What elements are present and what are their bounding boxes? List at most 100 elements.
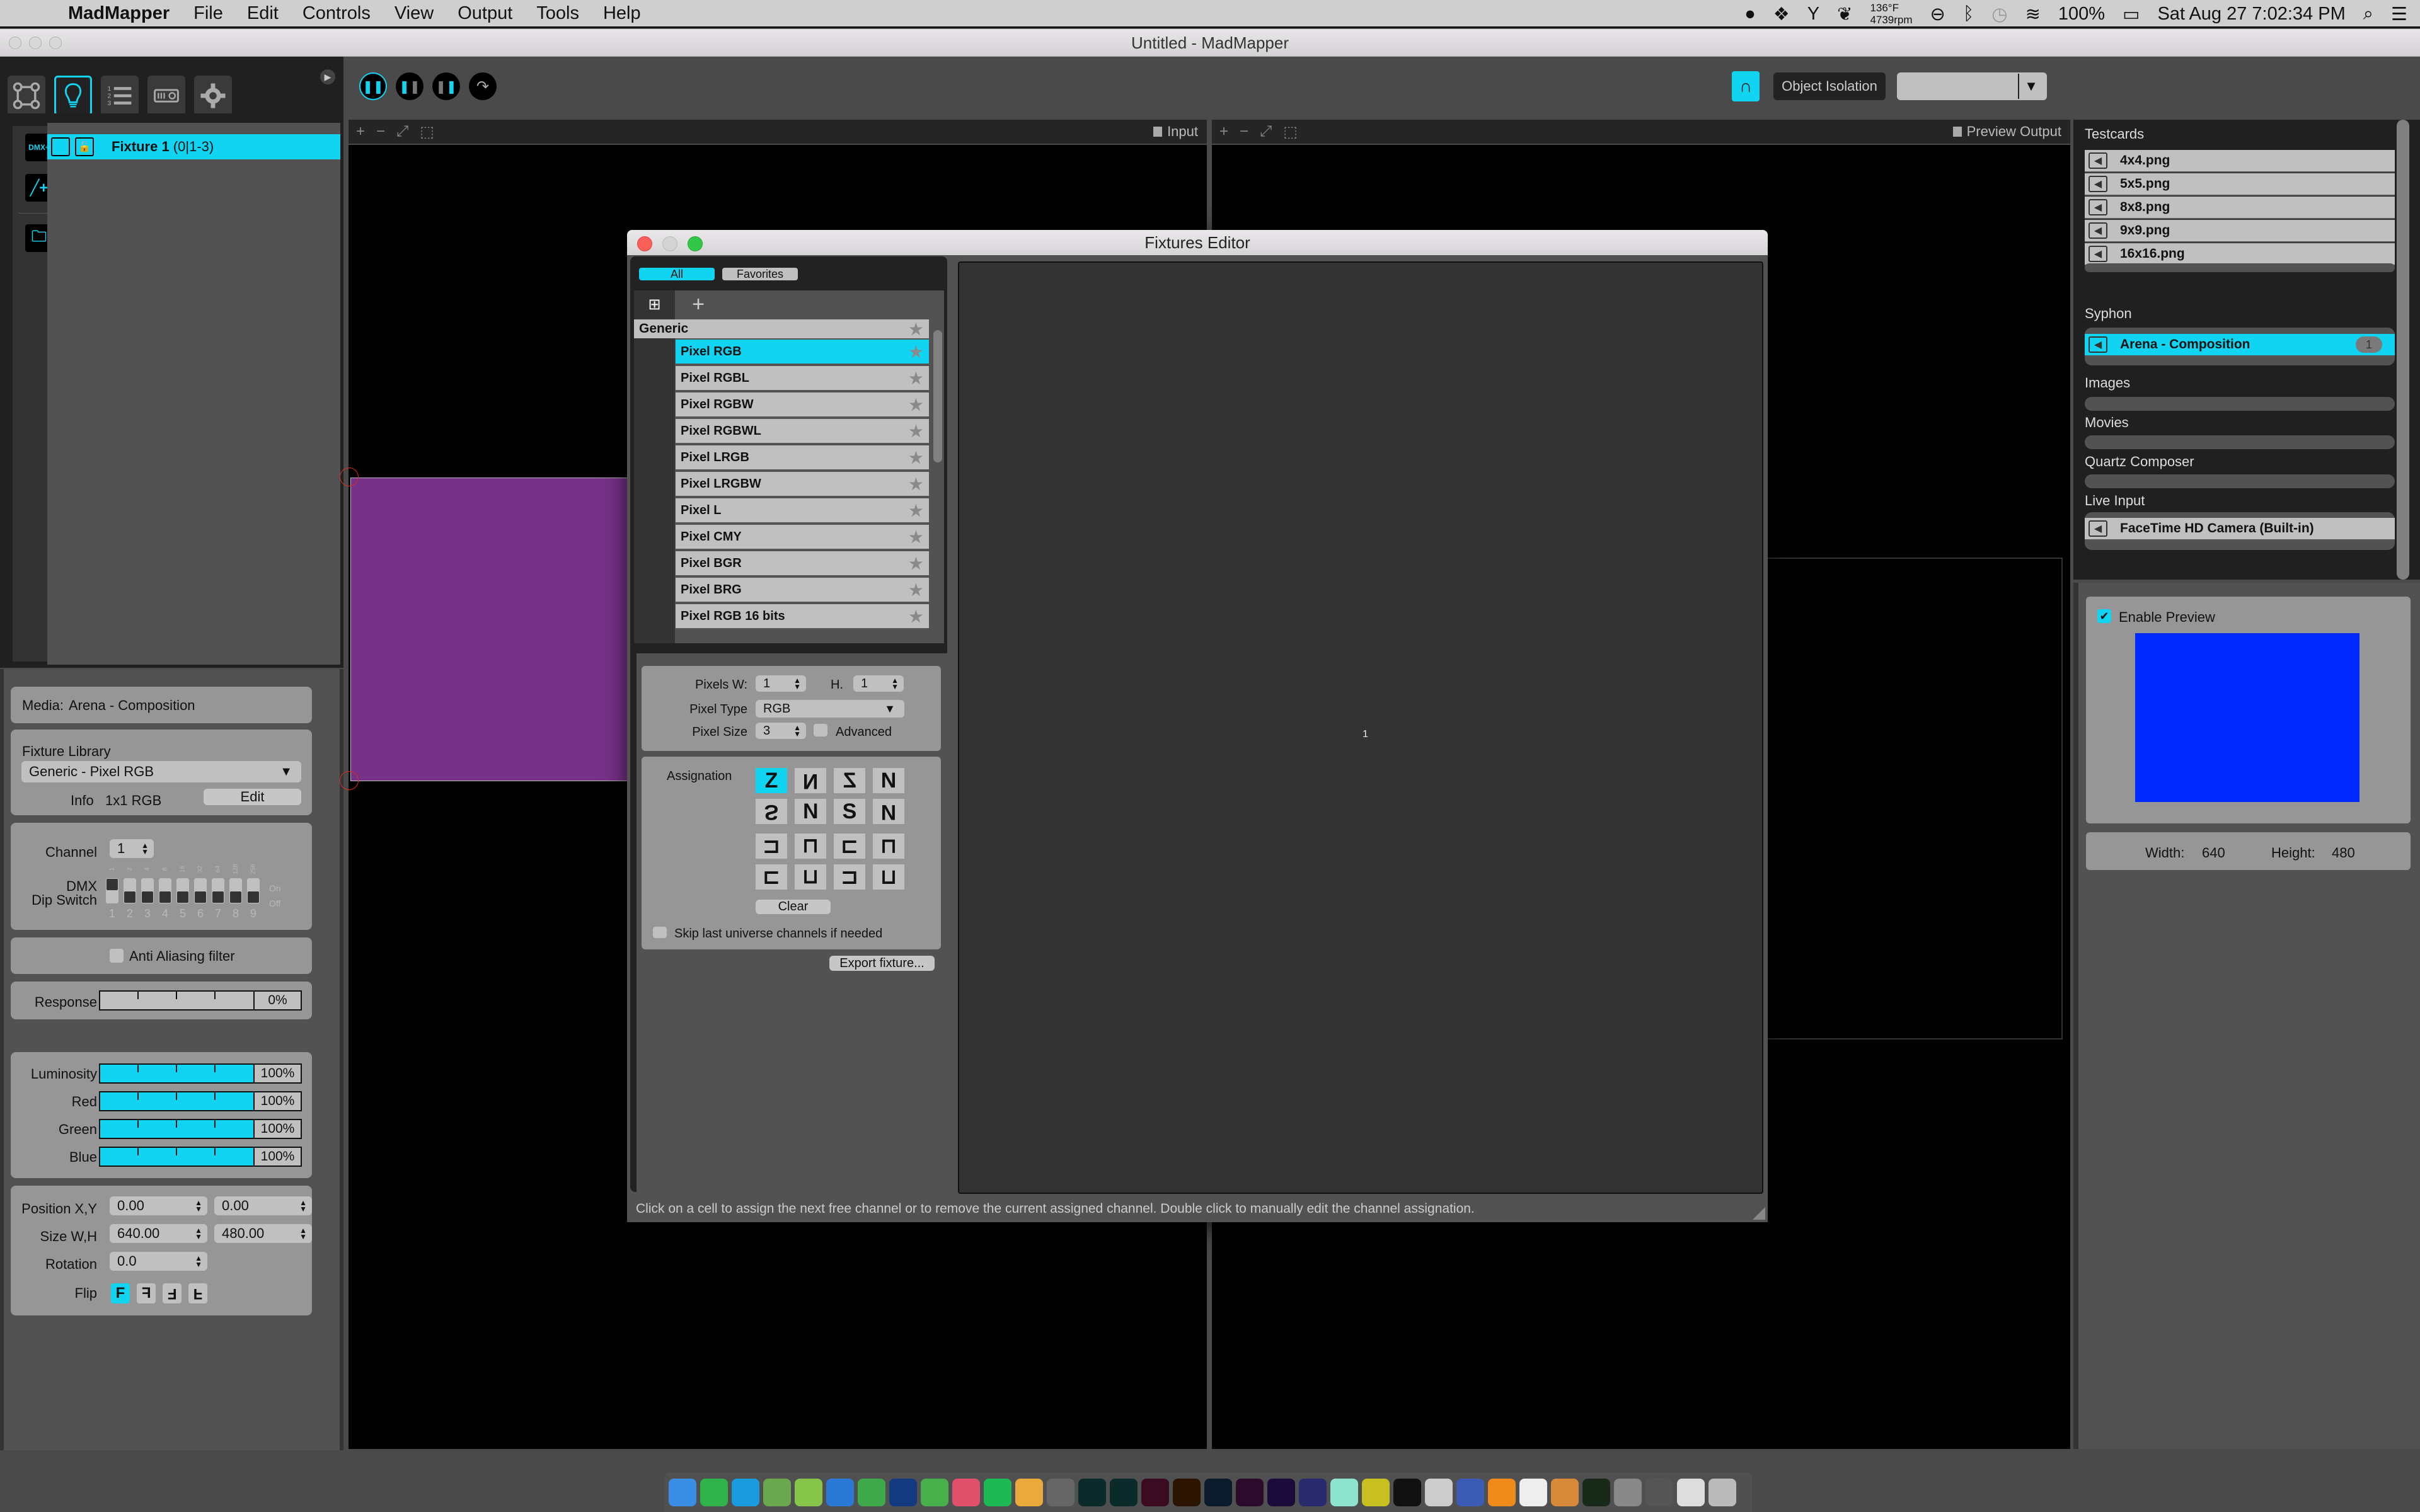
dock-app-calculator-icon[interactable] bbox=[1551, 1478, 1579, 1506]
tab-settings[interactable] bbox=[194, 76, 232, 116]
media-browser-scrollbar[interactable] bbox=[2397, 120, 2409, 580]
dock-app-system-preferences-icon[interactable] bbox=[1614, 1478, 1642, 1506]
library-item[interactable]: Pixel LRGB ★ bbox=[676, 445, 929, 471]
color-slider-red[interactable]: 100% bbox=[99, 1091, 302, 1111]
response-slider[interactable]: 0% bbox=[99, 990, 302, 1011]
play-icon[interactable]: ◀ bbox=[2089, 246, 2107, 262]
tab-fixtures[interactable] bbox=[54, 76, 92, 116]
stepper-icon[interactable]: ▲ ▼ bbox=[793, 724, 801, 738]
dock-app-au-icon[interactable] bbox=[1078, 1478, 1106, 1506]
slider-track[interactable] bbox=[100, 1148, 255, 1166]
fit-button[interactable]: ⤢ bbox=[1260, 123, 1272, 141]
flip-none-button[interactable]: F bbox=[111, 1283, 130, 1303]
dip-switch[interactable] bbox=[176, 878, 189, 903]
library-item[interactable]: Pixel BRG ★ bbox=[676, 578, 929, 603]
library-item[interactable]: Pixel RGBL ★ bbox=[676, 366, 929, 391]
input-checkbox[interactable] bbox=[1153, 127, 1163, 137]
flip-both-button[interactable]: F bbox=[163, 1283, 182, 1303]
assignation-pattern[interactable]: ⊔ bbox=[873, 864, 904, 890]
play-icon[interactable]: ◀ bbox=[2089, 520, 2107, 537]
notification-icon[interactable]: ● bbox=[1744, 4, 1756, 25]
star-icon[interactable]: ★ bbox=[908, 368, 924, 389]
menu-controls[interactable]: Controls bbox=[302, 3, 371, 24]
star-icon[interactable]: ★ bbox=[908, 421, 924, 442]
movies-bin[interactable] bbox=[2085, 435, 2395, 449]
media-item-testcard[interactable]: ◀ 5x5.png bbox=[2085, 173, 2395, 196]
window-close-button[interactable] bbox=[9, 37, 21, 49]
stepper-icon[interactable]: ▲ ▼ bbox=[793, 677, 801, 690]
loop-button[interactable]: ↷ bbox=[469, 72, 497, 100]
fixture-surface[interactable] bbox=[350, 478, 631, 781]
dock-app-finder-icon[interactable] bbox=[669, 1478, 696, 1506]
fixture-row[interactable]: 🔓 Fixture 1 (0|1-3) bbox=[47, 134, 340, 159]
assignation-pattern[interactable]: ⊐ bbox=[756, 833, 787, 859]
assignation-pattern[interactable]: ⊔ bbox=[795, 833, 826, 859]
dip-switch[interactable] bbox=[124, 878, 136, 903]
dock-app-ai-icon[interactable] bbox=[1173, 1478, 1201, 1506]
zoom-in-button[interactable]: + bbox=[356, 123, 365, 141]
actual-size-button[interactable]: ⬚ bbox=[420, 123, 434, 141]
play-icon[interactable]: ◀ bbox=[2089, 152, 2107, 169]
temperature-readout[interactable]: 136°F 4739rpm bbox=[1870, 2, 1912, 26]
stepper-icon[interactable]: ▲ ▼ bbox=[299, 1199, 307, 1213]
dip-switch[interactable] bbox=[247, 878, 260, 903]
response-track[interactable] bbox=[100, 992, 255, 1009]
library-item[interactable]: Pixel L ★ bbox=[676, 498, 929, 524]
slider-track[interactable] bbox=[100, 1065, 255, 1082]
star-icon[interactable]: ★ bbox=[908, 606, 924, 627]
star-icon[interactable]: ★ bbox=[908, 553, 924, 574]
library-group-generic[interactable]: Generic ★ bbox=[634, 319, 929, 340]
assignation-pattern[interactable]: ⊓ bbox=[873, 833, 904, 859]
library-item[interactable]: Pixel RGBW ★ bbox=[676, 392, 929, 418]
dropbox-icon[interactable]: ❖ bbox=[1773, 3, 1790, 25]
star-icon[interactable]: ★ bbox=[908, 580, 924, 600]
size-h-input[interactable]: 480.00 ▲ ▼ bbox=[214, 1224, 312, 1243]
fixture-pixel-canvas[interactable]: 1 bbox=[958, 261, 1763, 1194]
library-item[interactable]: Pixel CMY ★ bbox=[676, 525, 929, 550]
zoom-in-button[interactable]: + bbox=[1219, 123, 1228, 141]
step-button[interactable]: ❚❚ bbox=[432, 72, 460, 100]
library-item[interactable]: Pixel RGB ★ bbox=[676, 340, 929, 365]
slider-value[interactable]: 100% bbox=[255, 1148, 301, 1166]
assignation-pattern[interactable]: ⊐ bbox=[834, 864, 865, 890]
library-item[interactable]: Pixel LRGBW ★ bbox=[676, 472, 929, 497]
menu-file[interactable]: File bbox=[193, 3, 223, 24]
anti-aliasing-checkbox[interactable] bbox=[110, 949, 124, 963]
visibility-toggle[interactable] bbox=[51, 137, 70, 156]
dock-app-activity-monitor-icon[interactable] bbox=[1582, 1478, 1610, 1506]
media-item-testcard[interactable]: ◀ 16x16.png bbox=[2085, 243, 2395, 266]
fixtures-editor-titlebar[interactable]: Fixtures Editor bbox=[627, 230, 1768, 255]
stepper-icon[interactable]: ▲ ▼ bbox=[891, 677, 899, 690]
dock-app-evernote-icon[interactable] bbox=[921, 1478, 948, 1506]
fork-icon[interactable]: Y bbox=[1807, 4, 1819, 25]
fit-button[interactable]: ⤢ bbox=[396, 123, 408, 141]
assignation-pattern[interactable]: N bbox=[873, 768, 904, 793]
assignation-pattern[interactable]: S bbox=[834, 799, 865, 824]
color-slider-blue[interactable]: 100% bbox=[99, 1147, 302, 1167]
dock-app-vlc-icon[interactable] bbox=[1488, 1478, 1516, 1506]
battery-percent[interactable]: 100% bbox=[2058, 4, 2105, 25]
size-w-input[interactable]: 640.00 ▲ ▼ bbox=[110, 1224, 207, 1243]
do-not-disturb-icon[interactable]: ⊖ bbox=[1930, 3, 1945, 25]
star-icon[interactable]: ★ bbox=[908, 319, 924, 340]
add-fixture-button[interactable]: + bbox=[684, 290, 712, 318]
dock-app-joystick-icon[interactable] bbox=[1645, 1478, 1673, 1506]
stepper-icon[interactable]: ▲ ▼ bbox=[141, 842, 149, 856]
dock-app-ps-icon[interactable] bbox=[1204, 1478, 1232, 1506]
assignation-pattern[interactable]: ⊏ bbox=[756, 864, 787, 890]
enable-preview-checkbox[interactable]: ✔ bbox=[2097, 609, 2111, 623]
color-slider-luminosity[interactable]: 100% bbox=[99, 1063, 302, 1084]
edit-fixture-button[interactable]: Edit bbox=[204, 789, 301, 805]
library-item[interactable]: Pixel RGBWL ★ bbox=[676, 419, 929, 444]
dock-app-excel-icon[interactable] bbox=[858, 1478, 885, 1506]
dock-app-utorrent-icon[interactable] bbox=[763, 1478, 791, 1506]
library-item[interactable]: Pixel BGR ★ bbox=[676, 551, 929, 576]
dip-switch[interactable] bbox=[141, 878, 154, 903]
filter-all-button[interactable]: All bbox=[639, 268, 715, 280]
star-icon[interactable]: ★ bbox=[908, 474, 924, 495]
response-value[interactable]: 0% bbox=[255, 992, 301, 1009]
pixel-type-select[interactable]: RGB ▼ bbox=[756, 700, 904, 718]
star-icon[interactable]: ★ bbox=[908, 341, 924, 362]
media-item-testcard[interactable]: ◀ 8x8.png bbox=[2085, 197, 2395, 219]
color-slider-green[interactable]: 100% bbox=[99, 1119, 302, 1139]
